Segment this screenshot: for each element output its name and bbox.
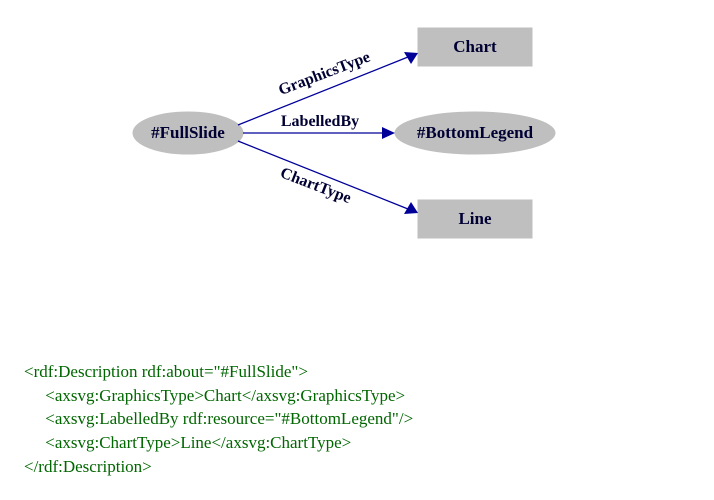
node-line: Line (418, 200, 532, 238)
code-line-3: <axsvg:LabelledBy rdf:resource="#BottomL… (24, 409, 413, 428)
edge-graphicstype-label: GraphicsType (276, 49, 372, 99)
node-chart-label: Chart (453, 37, 497, 56)
rdf-graph: #FullSlide Chart #BottomLegend Line Grap… (0, 0, 714, 290)
node-bottomlegend-label: #BottomLegend (417, 123, 534, 142)
node-fullslide: #FullSlide (133, 112, 243, 154)
edge-charttype: ChartType (238, 141, 418, 214)
rdf-code-block: <rdf:Description rdf:about="#FullSlide">… (24, 336, 413, 479)
code-line-5: </rdf:Description> (24, 457, 152, 476)
edge-labelledby-label: LabelledBy (281, 113, 359, 130)
edge-labelledby: LabelledBy (243, 113, 395, 139)
node-chart: Chart (418, 28, 532, 66)
code-line-1: <rdf:Description rdf:about="#FullSlide"> (24, 362, 308, 381)
edge-charttype-label: ChartType (278, 165, 354, 208)
node-fullslide-label: #FullSlide (151, 123, 225, 142)
code-line-2: <axsvg:GraphicsType>Chart</axsvg:Graphic… (24, 386, 405, 405)
node-bottomlegend: #BottomLegend (395, 112, 555, 154)
code-line-4: <axsvg:ChartType>Line</axsvg:ChartType> (24, 433, 351, 452)
node-line-label: Line (458, 209, 492, 228)
